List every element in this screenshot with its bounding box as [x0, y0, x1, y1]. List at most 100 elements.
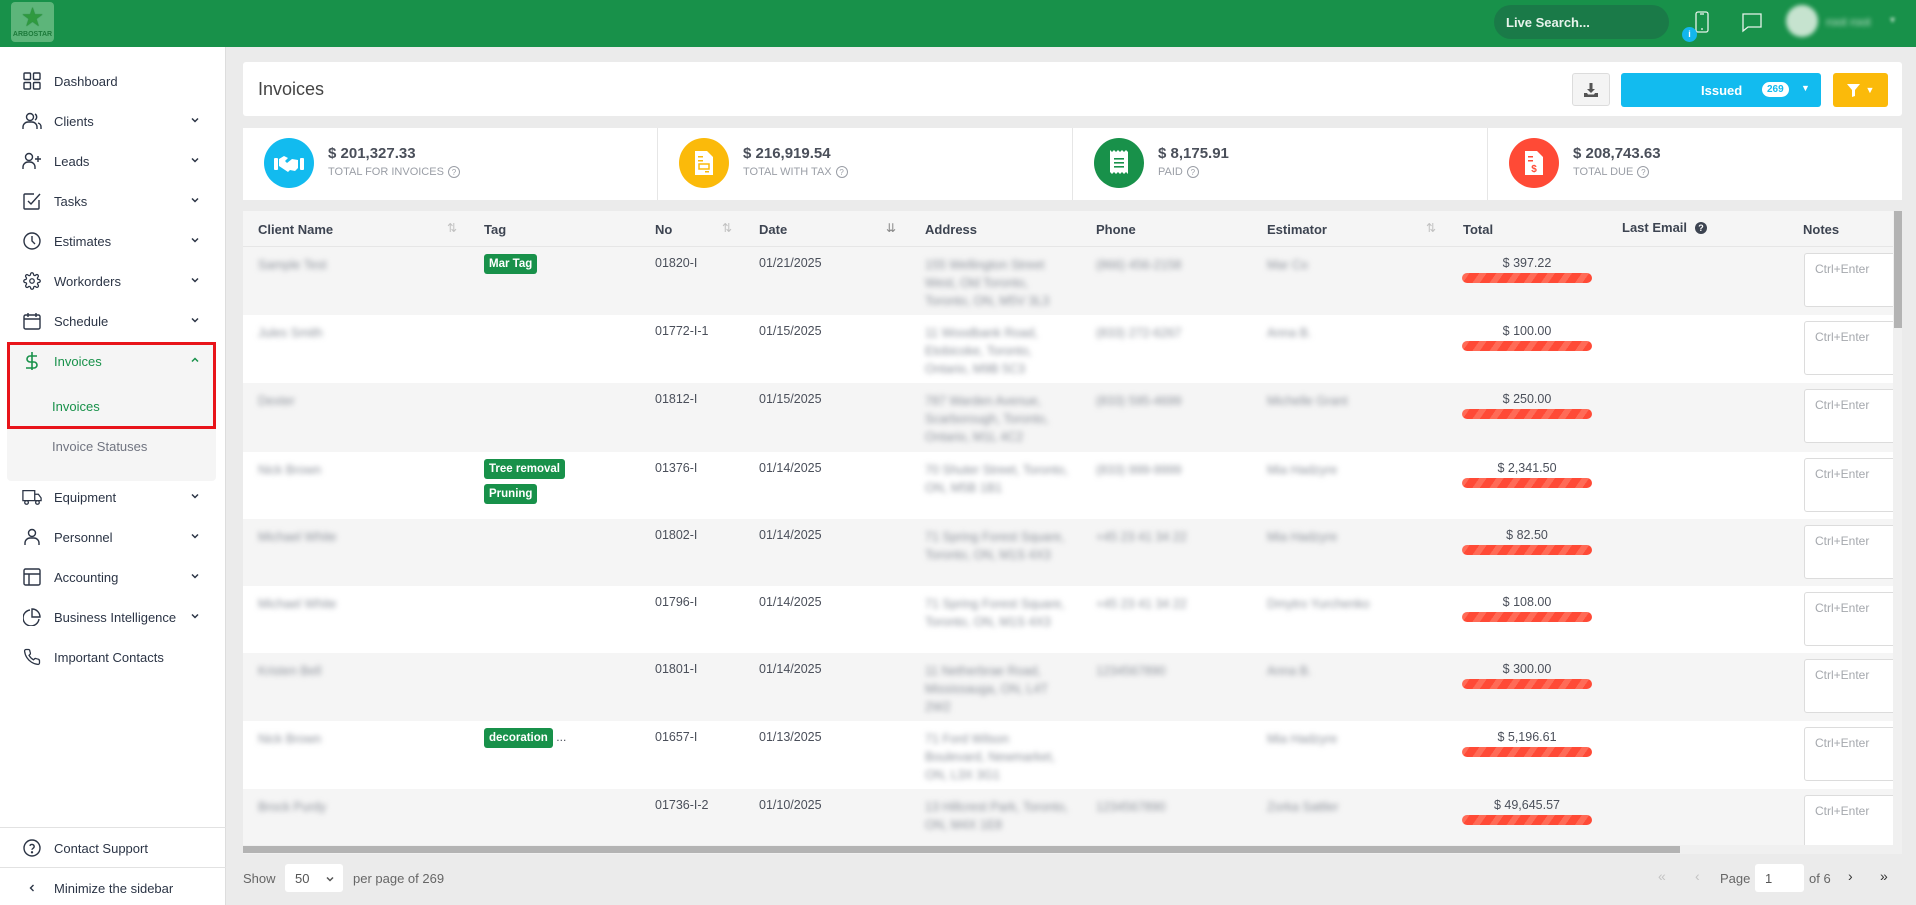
filter-button[interactable]: ▼ — [1833, 73, 1888, 107]
column-header-no[interactable]: No — [655, 222, 672, 237]
avatar[interactable] — [1786, 5, 1818, 37]
table-row[interactable]: Nick Brown decoration ... 01657-I 01/13/202… — [243, 721, 1896, 789]
invoice-number[interactable]: 01802-I — [655, 528, 697, 542]
sidebar-item-schedule[interactable]: Schedule — [0, 301, 226, 341]
client-name[interactable]: Kristen Bell — [258, 662, 321, 680]
sidebar-item-tasks[interactable]: Tasks — [0, 181, 226, 221]
invoice-number[interactable]: 01796-I — [655, 595, 697, 609]
invoice-date: 01/15/2025 — [759, 392, 822, 406]
sidebar-item-workorders[interactable]: Workorders — [0, 261, 226, 301]
contact-support-button[interactable]: Contact Support — [0, 828, 226, 868]
table-row[interactable]: Michael White 01796-I 01/14/2025 71 Spring … — [243, 586, 1896, 653]
gear-icon — [22, 271, 42, 291]
sidebar-item-leads[interactable]: Leads — [0, 141, 226, 181]
live-search-input[interactable]: Live Search... — [1494, 5, 1669, 39]
sidebar-item-personnel[interactable]: Personnel — [0, 517, 226, 557]
estimator: Mia Hadzyre — [1267, 463, 1338, 477]
address: 71 Spring Forest Square, Toronto, ON, M1… — [925, 597, 1065, 629]
notes-input[interactable]: Ctrl+Enter — [1804, 321, 1896, 375]
help-icon[interactable]: ? — [447, 166, 460, 178]
client-name[interactable]: Dexter — [258, 392, 295, 410]
notes-input[interactable]: Ctrl+Enter — [1804, 525, 1896, 579]
table-row[interactable]: Michael White 01802-I 01/14/2025 71 Spring … — [243, 519, 1896, 586]
notes-input[interactable]: Ctrl+Enter — [1804, 795, 1896, 849]
invoice-number[interactable]: 01812-I — [655, 392, 697, 406]
help-icon[interactable]: ? — [1186, 166, 1199, 178]
user-name[interactable]: root root — [1826, 15, 1871, 29]
logo[interactable]: ★ ARBOSTAR — [11, 2, 54, 42]
scrollbar-thumb[interactable] — [1894, 211, 1902, 328]
stat-label-row: PAID? — [1158, 166, 1199, 178]
invoice-number[interactable]: 01736-I-2 — [655, 798, 709, 812]
column-header-client-name[interactable]: Client Name — [258, 222, 333, 237]
invoice-number[interactable]: 01801-I — [655, 662, 697, 676]
notes-input[interactable]: Ctrl+Enter — [1804, 253, 1896, 307]
sort-icon[interactable]: ⇅ — [722, 221, 732, 235]
table-row[interactable]: Brock Purdy 01736-I-2 01/10/2025 13 Hillcre… — [243, 789, 1896, 849]
tag-badge[interactable]: Tree removal — [484, 459, 565, 479]
client-name[interactable]: Michael White — [258, 528, 337, 546]
notes-input[interactable]: Ctrl+Enter — [1804, 458, 1896, 512]
first-page-button[interactable]: « — [1658, 868, 1666, 884]
table-row[interactable]: Nick Brown Tree removal Pruning 01376-I 01/1… — [243, 452, 1896, 519]
download-button[interactable] — [1572, 73, 1610, 106]
sidebar-item-invoices[interactable]: Invoices — [0, 341, 226, 381]
help-icon[interactable]: ? — [835, 166, 848, 178]
invoice-number[interactable]: 01657-I — [655, 730, 697, 744]
sidebar-item-important-contacts[interactable]: Important Contacts — [0, 637, 226, 677]
notification-badge[interactable]: i — [1682, 27, 1697, 42]
scrollbar-thumb[interactable] — [243, 846, 1680, 853]
vertical-scrollbar[interactable] — [1893, 211, 1902, 854]
minimize-sidebar-button[interactable]: Minimize the sidebar — [0, 868, 226, 905]
sidebar-item-clients[interactable]: Clients — [0, 101, 226, 141]
client-name[interactable]: Brock Purdy — [258, 798, 326, 816]
table-row[interactable]: Dexter 01812-I 01/15/2025 787 Warden Avenue… — [243, 383, 1896, 452]
sidebar-item-accounting[interactable]: Accounting — [0, 557, 226, 597]
tag-badge[interactable]: Pruning — [484, 484, 538, 504]
more-tags-indicator[interactable]: ... — [556, 730, 566, 744]
sidebar-item-equipment[interactable]: Equipment — [0, 477, 226, 517]
horizontal-scrollbar[interactable] — [243, 845, 1893, 854]
sidebar-item-dashboard[interactable]: Dashboard — [0, 61, 226, 101]
table-row[interactable]: Kristen Bell 01801-I 01/14/2025 11 Netherbr… — [243, 653, 1896, 721]
grid-icon — [22, 71, 42, 91]
user-menu-chevron-icon[interactable]: ▾ — [1890, 15, 1895, 26]
payment-progress-bar — [1462, 747, 1592, 757]
notes-input[interactable]: Ctrl+Enter — [1804, 659, 1896, 713]
prev-page-button[interactable]: ‹ — [1695, 868, 1700, 884]
sidebar-item-business-intelligence[interactable]: Business Intelligence — [0, 597, 226, 637]
per-page-select[interactable]: 50 — [285, 864, 343, 892]
last-page-button[interactable]: » — [1880, 868, 1888, 884]
sort-desc-icon[interactable]: ⇊ — [886, 221, 896, 235]
client-name[interactable]: Michael White — [258, 595, 337, 613]
chat-icon[interactable] — [1740, 10, 1764, 34]
total-cell: $ 2,341.50 — [1462, 461, 1592, 488]
sidebar-subitem-invoices[interactable]: Invoices — [52, 399, 100, 414]
table-row[interactable]: Jules Smith 01772-I-1 01/15/2025 11 Woodban… — [243, 315, 1896, 383]
client-name[interactable]: Sample Test — [258, 256, 327, 274]
status-filter-dropdown[interactable]: Issued 269 ▼ — [1621, 73, 1821, 107]
help-icon[interactable]: ? — [1695, 222, 1707, 234]
table-row[interactable]: Sample Test Mar Tag 01820-I 01/21/2025 155 W… — [243, 247, 1896, 315]
notes-input[interactable]: Ctrl+Enter — [1804, 727, 1896, 781]
sort-icon[interactable]: ⇅ — [447, 221, 457, 235]
invoice-number[interactable]: 01772-I-1 — [655, 324, 709, 338]
sidebar-subitem-invoice-statuses[interactable]: Invoice Statuses — [52, 439, 147, 454]
next-page-button[interactable]: › — [1848, 868, 1853, 884]
sort-icon[interactable]: ⇅ — [1426, 221, 1436, 235]
help-icon[interactable]: ? — [1637, 166, 1650, 178]
notes-input[interactable]: Ctrl+Enter — [1804, 389, 1896, 443]
invoice-number[interactable]: 01376-I — [655, 461, 697, 475]
tag-badge[interactable]: Mar Tag — [484, 254, 538, 274]
client-name[interactable]: Nick Brown — [258, 461, 321, 479]
page-number-input[interactable] — [1755, 864, 1804, 892]
column-header-date[interactable]: Date — [759, 222, 787, 237]
notes-input[interactable]: Ctrl+Enter — [1804, 592, 1896, 646]
sidebar-item-estimates[interactable]: Estimates — [0, 221, 226, 261]
payment-progress-bar — [1462, 478, 1592, 488]
client-name[interactable]: Nick Brown — [258, 730, 321, 748]
tag-badge[interactable]: decoration — [484, 728, 553, 748]
invoice-number[interactable]: 01820-I — [655, 256, 697, 270]
sidebar-item-label: Estimates — [54, 233, 112, 249]
client-name[interactable]: Jules Smith — [258, 324, 323, 342]
